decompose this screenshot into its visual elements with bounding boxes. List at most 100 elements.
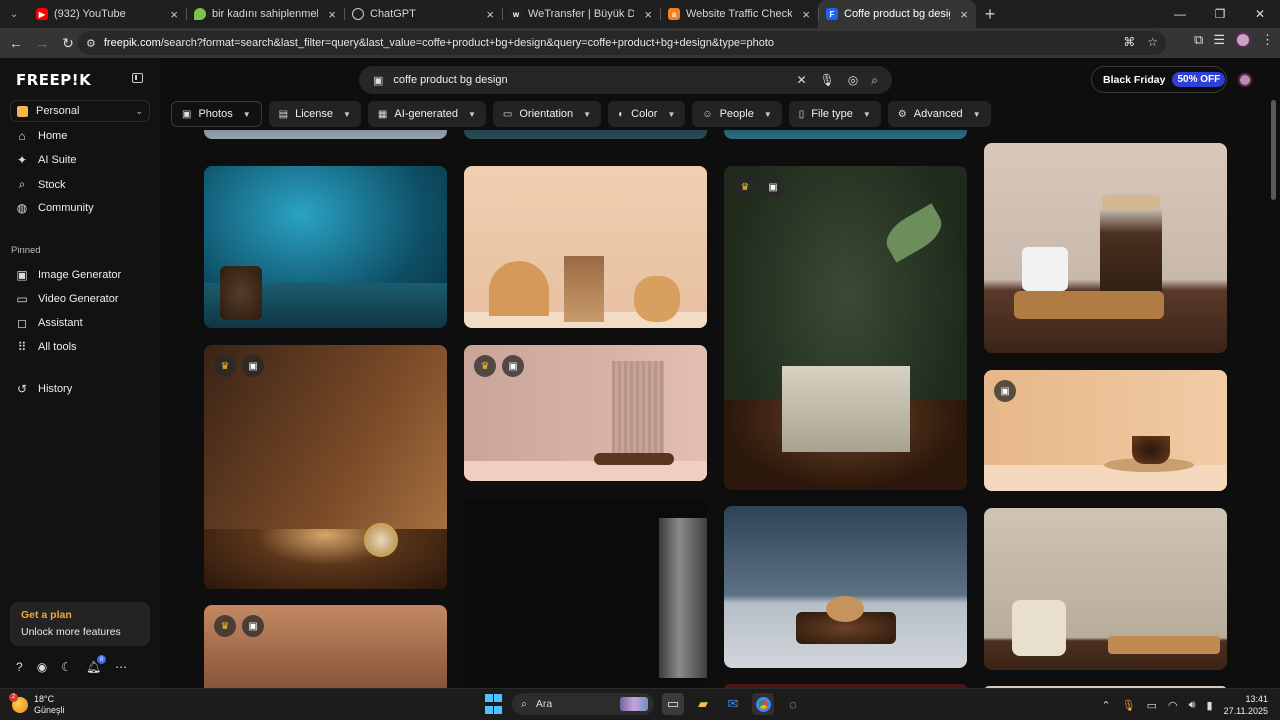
tab-title: Coffe product bg design Photo — [844, 8, 950, 20]
notifications-icon[interactable]: 🔔︎ 8 — [86, 655, 107, 674]
filter-file-type[interactable]: ▯ File type ▼ — [788, 101, 881, 127]
browser-tab[interactable]: ▶ (932) YouTube × — [28, 0, 186, 28]
sidebar-collapse-icon[interactable] — [132, 73, 143, 83]
sidebar-item-video-generator[interactable]: ▭ Video Generator — [16, 292, 118, 306]
chevron-up-icon[interactable]: ⌃ — [1101, 699, 1110, 712]
search-icon[interactable]: ⌕ — [871, 73, 878, 88]
result-card[interactable] — [724, 506, 967, 668]
reading-list-icon[interactable]: ☰ — [1213, 32, 1225, 48]
tab-search-button[interactable]: ⌄ — [0, 0, 28, 28]
close-tab-icon[interactable]: × — [644, 7, 652, 22]
get-plan-card[interactable]: Get a plan Unlock more features — [10, 602, 150, 646]
more-icon[interactable]: ⋯ — [115, 660, 127, 674]
search-highlight-art — [620, 697, 648, 711]
close-tab-icon[interactable]: × — [328, 7, 336, 22]
clear-search-icon[interactable]: ✕ — [796, 73, 806, 88]
result-card[interactable]: ♛ ▣ — [464, 345, 707, 481]
new-tab-button[interactable]: + — [976, 4, 1004, 25]
filter-orientation[interactable]: ▭ Orientation ▼ — [492, 101, 602, 127]
filter-ai-generated[interactable]: ▦ AI-generated ▼ — [367, 101, 486, 127]
result-card[interactable]: ♛ ▣ — [204, 605, 447, 688]
chrome-icon[interactable] — [752, 693, 774, 715]
black-friday-button[interactable]: Black Friday 50% OFF — [1091, 66, 1227, 93]
bookmark-star-icon[interactable]: ☆ — [1147, 35, 1158, 49]
result-card[interactable]: ♛ ▣ — [724, 166, 967, 490]
result-card-partial[interactable] — [204, 130, 447, 139]
app-icon[interactable]: ◌ — [782, 693, 804, 715]
result-card-partial[interactable] — [724, 130, 967, 139]
microphone-icon[interactable]: 🎙︎ — [1122, 699, 1136, 712]
outlook-icon[interactable]: ✉ — [722, 693, 744, 715]
clock[interactable]: 13:41 27.11.2025 — [1224, 693, 1268, 717]
sidebar-item-label: All tools — [38, 341, 77, 353]
wifi-icon[interactable]: ◠ — [1168, 699, 1178, 712]
youtube-icon: ▶ — [36, 8, 48, 20]
back-icon[interactable]: ← — [4, 31, 28, 55]
result-card[interactable] — [464, 166, 707, 328]
forward-icon[interactable]: → — [30, 31, 54, 55]
filter-advanced[interactable]: ⚙ Advanced ▼ — [887, 101, 991, 127]
close-tab-icon[interactable]: × — [802, 7, 810, 22]
task-view-icon[interactable]: ▭ — [662, 693, 684, 715]
browser-tab[interactable]: a Website Traffic Checker: Estima × — [660, 0, 818, 28]
sidebar-item-home[interactable]: ⌂ Home — [16, 129, 67, 143]
windows-start-icon[interactable] — [482, 693, 504, 715]
taskbar-search[interactable]: ⌕ Ara — [512, 693, 654, 715]
browser-menu-icon[interactable]: ⋮ — [1261, 32, 1274, 48]
result-card-partial[interactable] — [464, 130, 707, 139]
sidebar-item-ai-suite[interactable]: ✦ AI Suite — [16, 153, 77, 167]
browser-tab[interactable]: ChatGPT × — [344, 0, 502, 28]
plan-subtitle: Unlock more features — [21, 626, 121, 638]
photo-type-icon: ▣ — [373, 74, 384, 87]
filter-photos[interactable]: ▣ Photos ▼ — [171, 101, 262, 127]
result-card[interactable] — [204, 166, 447, 328]
weather-widget[interactable]: 2 18°C Güneşli — [9, 693, 65, 716]
close-tab-icon[interactable]: × — [486, 7, 494, 22]
filter-color[interactable]: ◐ Color ▼ — [608, 101, 686, 127]
people-icon: ☺ — [702, 108, 713, 120]
freepik-logo[interactable]: FREEP!K — [16, 71, 91, 89]
microphone-icon[interactable]: 🎙︎ — [820, 73, 835, 88]
tab-title: WeTransfer | Büyük Dosyalan H — [528, 8, 635, 20]
battery-icon[interactable]: ▮ — [1207, 699, 1213, 712]
sidebar-item-image-generator[interactable]: ▣ Image Generator — [16, 268, 121, 282]
theme-moon-icon[interactable]: ☾ — [61, 660, 72, 674]
workspace-selector[interactable]: Personal ⌄ — [10, 100, 150, 122]
close-window-icon[interactable]: ✕ — [1240, 0, 1280, 28]
sidebar-item-history[interactable]: ↺ History — [16, 382, 72, 396]
browser-tab[interactable]: w WeTransfer | Büyük Dosyalan H × — [502, 0, 660, 28]
user-avatar[interactable] — [1238, 73, 1252, 87]
sidebar-item-community[interactable]: ◍ Community — [16, 201, 94, 215]
search-bar[interactable]: ▣ coffe product bg design ✕ 🎙︎ ◎ ⌕ — [359, 66, 892, 94]
speaker-icon[interactable]: 🔊︎ — [1189, 699, 1196, 712]
help-icon[interactable]: ? — [16, 660, 23, 674]
reload-icon[interactable]: ↻ — [56, 31, 80, 55]
search-input[interactable]: coffe product bg design — [393, 74, 507, 86]
browser-tab-active[interactable]: F Coffe product bg design Photo × — [818, 0, 976, 28]
site-settings-icon[interactable]: ⚙ — [86, 37, 96, 50]
close-tab-icon[interactable]: × — [170, 7, 178, 22]
address-bar[interactable]: ⚙ freepik.com/search?format=search&last_… — [78, 31, 1166, 55]
browser-tab[interactable]: bir kadını sahiplenmek - ekşi sö × — [186, 0, 344, 28]
result-card[interactable] — [984, 143, 1227, 353]
camera-search-icon[interactable]: ◎ — [848, 73, 858, 88]
filter-license[interactable]: ▤ License ▼ — [268, 101, 361, 127]
result-card[interactable]: ▣ — [984, 370, 1227, 491]
file-explorer-icon[interactable]: ▰ — [692, 693, 714, 715]
profile-avatar[interactable] — [1235, 32, 1251, 48]
extensions-icon[interactable]: ⧉ — [1194, 32, 1203, 48]
discord-icon[interactable]: ◉ — [37, 660, 47, 674]
maximize-icon[interactable]: ❐ — [1200, 0, 1240, 28]
sidebar-item-assistant[interactable]: ◻ Assistant — [16, 316, 83, 330]
minimize-icon[interactable]: — — [1160, 0, 1200, 28]
result-card[interactable] — [464, 498, 707, 688]
result-card[interactable]: ♛ ▣ — [204, 345, 447, 589]
sidebar-item-stock[interactable]: ⌕ Stock — [16, 177, 66, 192]
filter-people[interactable]: ☺ People ▼ — [692, 101, 782, 127]
display-icon[interactable]: ▭ — [1147, 699, 1157, 712]
translate-icon[interactable]: ⌘ — [1123, 35, 1135, 49]
sidebar-item-all-tools[interactable]: ⠿ All tools — [16, 340, 77, 354]
page-scrollbar[interactable] — [1271, 100, 1276, 200]
result-card[interactable] — [984, 508, 1227, 670]
close-tab-icon[interactable]: × — [960, 7, 968, 22]
